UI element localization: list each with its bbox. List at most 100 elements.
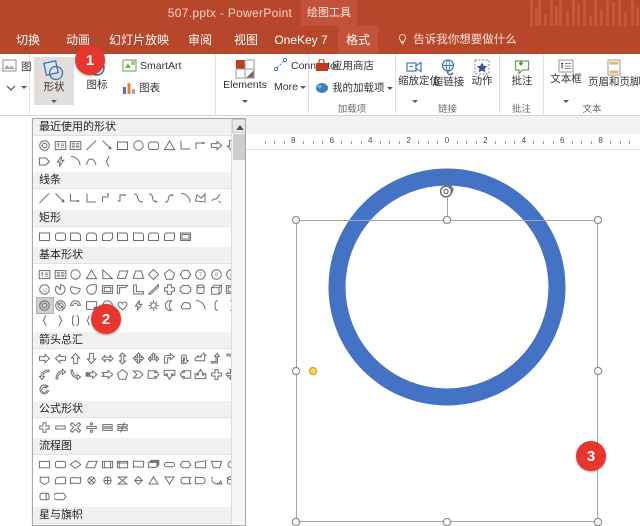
shape-fc-process[interactable] (37, 457, 53, 473)
shape-round-single[interactable] (131, 229, 147, 245)
header-footer-button[interactable]: 页眉和页脚 (588, 57, 640, 105)
shape-fc-terminator[interactable] (162, 457, 178, 473)
shape-cross-arrow[interactable] (209, 366, 225, 382)
handle-bottom-left[interactable] (292, 518, 300, 526)
shape-plus[interactable] (37, 420, 53, 436)
chevron-down-icon[interactable] (386, 86, 393, 90)
shape-pentagon-arrow[interactable] (37, 154, 53, 170)
slide-canvas[interactable] (246, 150, 640, 526)
scrollbar-thumb[interactable] (233, 134, 245, 160)
shape-parallelogram[interactable] (115, 266, 131, 282)
shape-line-arrow[interactable] (99, 138, 115, 154)
shape-triangle[interactable] (84, 266, 100, 282)
shape-lightning[interactable] (53, 154, 69, 170)
adjustment-handle[interactable] (309, 367, 317, 375)
shape-quad-arrow[interactable] (131, 351, 147, 367)
tab-审阅[interactable]: 审阅 (180, 26, 220, 54)
shape-text-box[interactable] (37, 266, 53, 282)
shape-snip-diagonal[interactable] (99, 229, 115, 245)
tab-切换[interactable]: 切换 (8, 26, 48, 54)
shape-diagonal-stripe[interactable] (146, 282, 162, 298)
shape-elbow-connector[interactable] (84, 191, 100, 207)
tell-me-box[interactable]: 告诉我你想要做什么 (398, 26, 517, 54)
shape-left-right-arrow[interactable] (99, 351, 115, 367)
shape-freeform[interactable] (193, 191, 209, 207)
shape-right-arrow-callout[interactable] (146, 366, 162, 382)
shape-cross[interactable] (162, 282, 178, 298)
shape-plaque[interactable] (177, 282, 193, 298)
chevron-down-icon[interactable] (299, 85, 306, 89)
shape-up-arrow[interactable] (68, 351, 84, 367)
shape-fc-offpage[interactable] (37, 473, 53, 489)
shape-fc-collate[interactable] (115, 473, 131, 489)
shape-left-brace[interactable] (37, 313, 53, 329)
shape-fc-preparation[interactable] (177, 457, 193, 473)
shape-fc-card[interactable] (53, 473, 69, 489)
shape-left-up-arrow[interactable] (193, 351, 209, 367)
shape-text-box[interactable] (53, 138, 69, 154)
app-store-button[interactable]: 应用商店 (315, 59, 374, 73)
shape-fc-summing[interactable] (84, 473, 100, 489)
shape-rectangle[interactable] (37, 229, 53, 245)
shape-trapezoid[interactable] (131, 266, 147, 282)
shape-frame[interactable] (99, 282, 115, 298)
shape-rounded-rect[interactable] (53, 229, 69, 245)
chart-button[interactable]: 图表 (122, 81, 160, 95)
handle-bottom-right[interactable] (594, 518, 602, 526)
shape-diamond[interactable] (146, 266, 162, 282)
shape-double-bracket[interactable] (68, 313, 84, 329)
shape-text-columns[interactable] (53, 266, 69, 282)
shape-arc[interactable] (177, 191, 193, 207)
handle-top-left[interactable] (292, 216, 300, 224)
shape-down-arrow[interactable] (84, 351, 100, 367)
shape-elbow-arrow[interactable] (68, 191, 84, 207)
shape-bent-arrow[interactable] (162, 351, 178, 367)
scroll-up-button[interactable] (232, 119, 245, 133)
shape-curved-down[interactable] (68, 366, 84, 382)
handle-top-center[interactable] (443, 216, 451, 224)
shape-chevron[interactable] (131, 366, 147, 382)
text-box-button[interactable]: 文本框 (546, 57, 586, 105)
shape-minus[interactable] (53, 420, 69, 436)
shape-fc-data[interactable] (84, 457, 100, 473)
chevron-down-icon[interactable] (51, 100, 57, 103)
shape-snip-round-single[interactable] (115, 229, 131, 245)
shape-cylinder[interactable] (193, 282, 209, 298)
shape-curve-connector[interactable] (131, 191, 147, 207)
tab-格式[interactable]: 格式 (338, 26, 378, 54)
shape-fc-merge[interactable] (162, 473, 178, 489)
shape-round-same-side[interactable] (146, 229, 162, 245)
chevron-down-icon[interactable] (563, 100, 569, 103)
shape-triangle[interactable] (162, 138, 178, 154)
shape-curve-arrow-2[interactable] (162, 191, 178, 207)
shape-cube[interactable] (209, 282, 225, 298)
shape-left-arrow[interactable] (53, 351, 69, 367)
handle-middle-right[interactable] (594, 367, 602, 375)
overflow-button[interactable] (6, 80, 27, 94)
new-comment-button[interactable]: 批注 (502, 57, 542, 105)
shape-curved-left[interactable] (37, 366, 53, 382)
shape-fc-alternate[interactable] (53, 457, 69, 473)
shape-down-arrow-callout[interactable] (162, 366, 178, 382)
shape-chord[interactable] (68, 282, 84, 298)
shape-bent-up-arrow[interactable] (209, 351, 225, 367)
shape-right-triangle[interactable] (99, 266, 115, 282)
shape-pentagon[interactable] (162, 266, 178, 282)
shape-cloud[interactable] (177, 298, 193, 314)
shape-scribble[interactable] (209, 191, 225, 207)
shape-fc-or[interactable] (99, 473, 115, 489)
shape-line-arrow[interactable] (53, 191, 69, 207)
shape-line[interactable] (84, 138, 100, 154)
shape-sun[interactable] (146, 298, 162, 314)
handle-middle-left[interactable] (292, 367, 300, 375)
shape-fc-sequential[interactable] (209, 473, 225, 489)
shape-fc-manual-input[interactable] (193, 457, 209, 473)
shape-elbow-connector[interactable] (177, 138, 193, 154)
shape-fc-display[interactable] (53, 488, 69, 504)
shape-right-arrow[interactable] (37, 351, 53, 367)
shape-striped-right[interactable] (84, 366, 100, 382)
shape-fc-multidocument[interactable] (146, 457, 162, 473)
shape-u-turn-arrow[interactable] (177, 351, 193, 367)
shapes-button[interactable]: 形状 (34, 57, 74, 105)
shape-lightning[interactable] (131, 298, 147, 314)
